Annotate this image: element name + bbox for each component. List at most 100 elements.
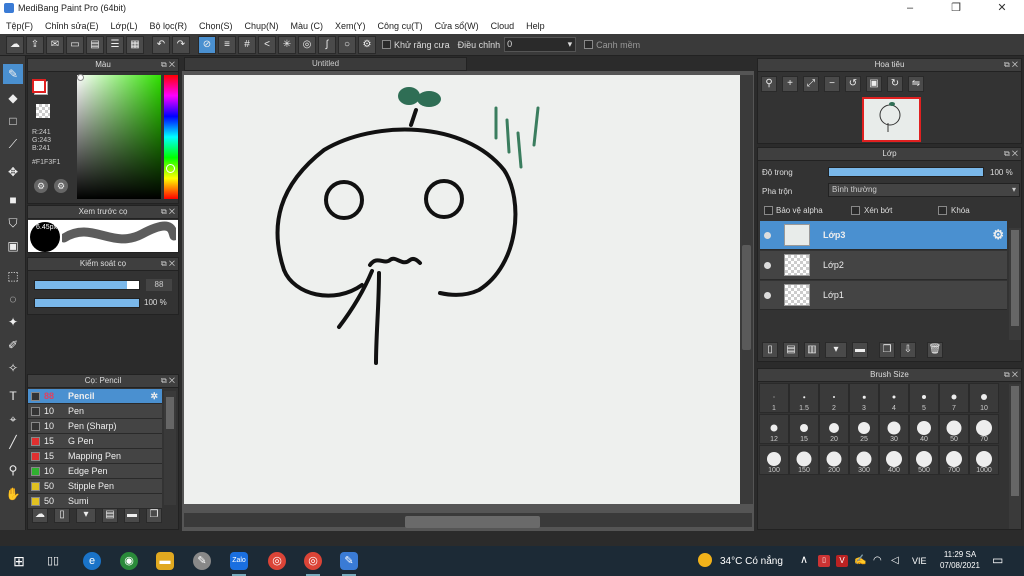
brush-size-option[interactable]: 1000: [969, 445, 999, 475]
eraser-icon[interactable]: ◆: [3, 88, 23, 108]
zalo-icon[interactable]: Zalo: [230, 552, 248, 576]
tray-v-icon[interactable]: V: [836, 555, 848, 567]
redo-icon[interactable]: ↷: [172, 35, 190, 54]
app-icon-gray[interactable]: ✎: [193, 552, 211, 570]
menu-cloud[interactable]: Cloud: [485, 21, 521, 31]
line-icon[interactable]: ╱: [3, 432, 23, 452]
document-icon[interactable]: ▤: [86, 35, 104, 54]
undo-icon[interactable]: ↶: [152, 35, 170, 54]
new-halftone-layer-icon[interactable]: ▤: [783, 342, 799, 358]
magic-wand-icon[interactable]: ✦: [3, 312, 23, 332]
brush-size-option[interactable]: 200: [819, 445, 849, 475]
rotate-right-icon[interactable]: ↻: [887, 76, 903, 92]
layer-opacity-slider[interactable]: [828, 167, 984, 177]
eye-icon[interactable]: [764, 262, 771, 269]
windows-start-icon[interactable]: ⊞: [10, 552, 28, 570]
new-8bit-layer-icon[interactable]: ▥: [804, 342, 820, 358]
menu-filter[interactable]: Bộ lọc(R): [143, 21, 193, 31]
tray-app-icon[interactable]: ▯: [818, 555, 830, 567]
message-icon[interactable]: ▭: [66, 35, 84, 54]
color-picker-cursor[interactable]: [77, 74, 84, 81]
layer-row[interactable]: Lớp2: [760, 251, 1007, 280]
tray-chevron-icon[interactable]: ∧: [800, 553, 808, 566]
brush-list-item[interactable]: 50 Stipple Pen: [28, 479, 162, 494]
menu-window[interactable]: Cửa sổ(W): [429, 21, 485, 31]
protect-alpha-checkbox[interactable]: [764, 206, 773, 215]
brush-size-option[interactable]: 300: [849, 445, 879, 475]
select-icon[interactable]: ⬚: [3, 266, 23, 286]
soft-snap-checkbox[interactable]: [584, 40, 594, 49]
brush-icon[interactable]: ⟋: [3, 134, 23, 154]
rectangle-icon[interactable]: □: [3, 111, 23, 131]
menu-layer[interactable]: Lớp(L): [105, 21, 144, 31]
brush-size-option[interactable]: 1: [759, 383, 789, 413]
drawing-canvas[interactable]: [184, 75, 740, 504]
brush-size-option[interactable]: 1.5: [789, 383, 819, 413]
panel-close-icon[interactable]: ⧉ ✕: [161, 258, 175, 270]
adjust-select[interactable]: 0 ▾: [504, 37, 577, 52]
menu-view[interactable]: Xem(Y): [329, 21, 372, 31]
brush-size-scroll-thumb[interactable]: [1011, 386, 1019, 496]
curve-snap-icon[interactable]: ∫: [318, 35, 336, 54]
brush-size-option[interactable]: 500: [909, 445, 939, 475]
brush-size-option[interactable]: 40: [909, 414, 939, 444]
brush-size-option[interactable]: 20: [819, 414, 849, 444]
gear-icon[interactable]: ✲: [150, 389, 158, 403]
brush-size-option[interactable]: 12: [759, 414, 789, 444]
brush-size-option[interactable]: 25: [849, 414, 879, 444]
new-layer-icon[interactable]: ▯: [762, 342, 778, 358]
minimize-button[interactable]: –: [887, 1, 933, 16]
menu-tools[interactable]: Công cụ(T): [372, 21, 429, 31]
color-set-icon[interactable]: ⚙: [54, 179, 68, 193]
menu-edit[interactable]: Chỉnh sửa(E): [39, 21, 105, 31]
comment-icon[interactable]: ✉: [46, 35, 64, 54]
select-pen-icon[interactable]: ✐: [3, 335, 23, 355]
saturation-value-picker[interactable]: [77, 75, 161, 199]
brush-copy-icon[interactable]: ▤: [102, 507, 118, 523]
brush-size-slider[interactable]: [34, 280, 140, 290]
brush-list-item[interactable]: 15 Mapping Pen: [28, 449, 162, 464]
delete-layer-icon[interactable]: 🗑: [927, 342, 943, 358]
brush-size-option[interactable]: 2: [819, 383, 849, 413]
cross-snap-icon[interactable]: #: [238, 35, 256, 54]
hand-icon[interactable]: ✋: [3, 484, 23, 504]
actual-size-icon[interactable]: ▣: [866, 76, 882, 92]
cloud-icon[interactable]: ☁: [6, 35, 24, 54]
file-explorer-icon[interactable]: ▬: [156, 552, 174, 570]
snap-off-icon[interactable]: ⊘: [198, 35, 216, 54]
maximize-button[interactable]: ❐: [933, 1, 979, 16]
menu-file[interactable]: Tệp(F): [0, 21, 39, 31]
zoom-in-icon[interactable]: +: [782, 76, 798, 92]
medibang-icon[interactable]: ✎: [340, 552, 358, 576]
merge-layer-icon[interactable]: ⇩: [900, 342, 916, 358]
gradient-icon[interactable]: ▣: [3, 236, 23, 256]
notification-icon[interactable]: ▭: [992, 553, 1003, 567]
task-view-icon[interactable]: ▯▯: [44, 552, 62, 570]
app-icon-green[interactable]: ◉: [120, 552, 138, 570]
grid-icon[interactable]: ▦: [126, 35, 144, 54]
brush-list-item[interactable]: 15 G Pen: [28, 434, 162, 449]
divide-icon[interactable]: ⌖: [3, 409, 23, 429]
brush-size-option[interactable]: 50: [939, 414, 969, 444]
bucket-icon[interactable]: ⛉: [3, 213, 23, 233]
duplicate-layer-icon[interactable]: ❐: [879, 342, 895, 358]
brush-list-scroll-thumb[interactable]: [166, 397, 174, 429]
canvas-tab[interactable]: Untitled: [184, 57, 467, 71]
brush-list-item[interactable]: 10 Pen: [28, 404, 162, 419]
layer-scroll-thumb[interactable]: [1011, 230, 1019, 326]
layer-scrollbar[interactable]: [1009, 228, 1021, 340]
eye-icon[interactable]: [764, 232, 771, 239]
brush-list-item[interactable]: 88 Pencil ✲: [28, 389, 162, 404]
wifi-icon[interactable]: ◠: [873, 555, 882, 566]
brush-size-option[interactable]: 10: [969, 383, 999, 413]
move-icon[interactable]: ✥: [3, 162, 23, 182]
flip-icon[interactable]: ⇋: [908, 76, 924, 92]
ellipse-snap-icon[interactable]: ○: [338, 35, 356, 54]
layer-row[interactable]: Lớp1: [760, 281, 1007, 310]
language-indicator[interactable]: VIE: [912, 556, 927, 566]
panel-close-icon[interactable]: ⧉ ✕: [1004, 369, 1018, 381]
secondary-color-swatch[interactable]: [32, 79, 46, 93]
zoom-icon[interactable]: ⚲: [761, 76, 777, 92]
brush-size-option[interactable]: 700: [939, 445, 969, 475]
brush-duplicate-icon[interactable]: ❐: [146, 507, 162, 523]
